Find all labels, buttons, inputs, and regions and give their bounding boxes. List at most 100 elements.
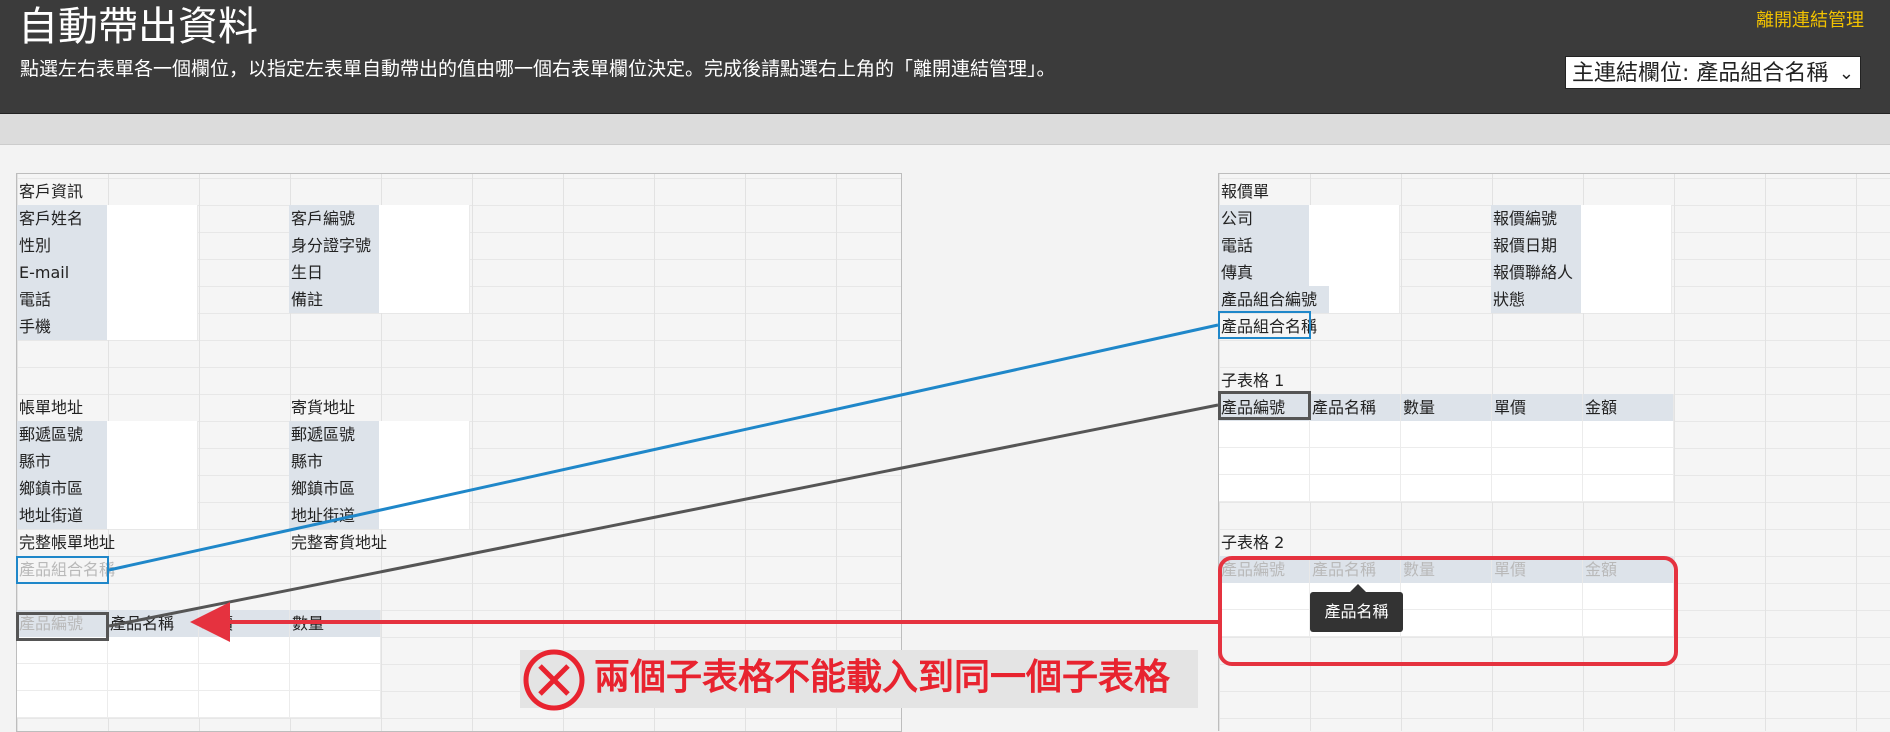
field-value[interactable]	[379, 448, 470, 475]
key-field-select[interactable]: 主連結欄位: 產品組合名稱 ⌄	[1565, 56, 1861, 89]
field-value[interactable]	[1309, 259, 1400, 286]
subtable1-cell	[1310, 448, 1401, 475]
subtable1-header-cell[interactable]: 數量	[1401, 394, 1492, 421]
field-label[interactable]: 性別	[17, 232, 107, 259]
subtable-cell	[199, 664, 290, 691]
field-value[interactable]	[107, 232, 198, 259]
field-value[interactable]	[379, 259, 470, 286]
section-customer-title: 客戶資訊	[19, 182, 84, 201]
field-value[interactable]	[1329, 286, 1400, 313]
subtable-cell	[290, 637, 381, 664]
leave-link-management-link[interactable]: 離開連結管理	[1756, 6, 1864, 32]
subtable2-title: 子表格 2	[1221, 533, 1285, 552]
field-value[interactable]	[107, 313, 198, 340]
field-label[interactable]: 報價日期	[1491, 232, 1581, 259]
field-value[interactable]	[1309, 232, 1400, 259]
subtable1-cell	[1219, 448, 1310, 475]
left-subtable-key-highlight	[16, 612, 109, 641]
subtable1-cell	[1583, 421, 1674, 448]
subtable1-cell	[1492, 448, 1583, 475]
subtable-cell	[199, 691, 290, 718]
field-tooltip: 產品名稱	[1310, 584, 1403, 632]
full-shipping-address-field[interactable]: 完整寄貨地址	[289, 529, 489, 556]
subtable-cell	[199, 637, 290, 664]
right-subtable1-key-highlight	[1218, 391, 1311, 420]
field-label[interactable]: 鄉鎮市區	[17, 475, 107, 502]
field-value[interactable]	[1581, 205, 1672, 232]
shipping-address-title: 寄貨地址	[291, 398, 356, 417]
billing-address-title: 帳單地址	[19, 398, 84, 417]
subtable1-cell	[1401, 421, 1492, 448]
subtable-cell	[17, 691, 108, 718]
field-value[interactable]	[107, 502, 198, 529]
field-label[interactable]: 縣市	[289, 448, 379, 475]
subtable-cell	[108, 691, 199, 718]
field-value[interactable]	[107, 259, 198, 286]
subtable1-cell	[1401, 475, 1492, 502]
full-billing-address-field[interactable]: 完整帳單地址	[17, 529, 217, 556]
field-label[interactable]: E-mail	[17, 259, 107, 286]
key-field-select-value: 主連結欄位: 產品組合名稱	[1572, 61, 1829, 86]
field-label[interactable]: 地址街道	[289, 502, 379, 529]
field-label[interactable]: 備註	[289, 286, 379, 313]
field-label[interactable]: 郵遞區號	[17, 421, 107, 448]
circle-x-icon	[523, 649, 585, 711]
field-value[interactable]	[379, 286, 470, 313]
field-label[interactable]: 公司	[1219, 205, 1309, 232]
subtable-cell	[17, 637, 108, 664]
field-label[interactable]: 狀態	[1491, 286, 1581, 313]
subtable2-error-highlight	[1218, 556, 1678, 666]
page-instructions: 點選左右表單各一個欄位，以指定左表單自動帶出的值由哪一個右表單欄位決定。完成後請…	[20, 58, 1056, 80]
field-value[interactable]	[1581, 259, 1672, 286]
subtable-header-cell[interactable]: 單價	[199, 610, 290, 637]
field-label[interactable]: 客戶姓名	[17, 205, 107, 232]
field-label[interactable]: 郵遞區號	[289, 421, 379, 448]
subtable1-header-cell[interactable]: 單價	[1492, 394, 1583, 421]
field-value[interactable]	[379, 475, 470, 502]
field-label[interactable]: 手機	[17, 313, 107, 340]
subtable-cell	[108, 637, 199, 664]
field-value[interactable]	[379, 502, 470, 529]
field-value[interactable]	[379, 205, 470, 232]
field-label[interactable]: 地址街道	[17, 502, 107, 529]
field-label[interactable]: 縣市	[17, 448, 107, 475]
subtable-cell	[17, 664, 108, 691]
field-label[interactable]: 電話	[17, 286, 107, 313]
field-value[interactable]	[107, 205, 198, 232]
subtable1-header-cell[interactable]: 產品名稱	[1310, 394, 1401, 421]
subtable1-cell	[1401, 448, 1492, 475]
subtable1-cell	[1583, 448, 1674, 475]
field-value[interactable]	[1581, 232, 1672, 259]
field-value[interactable]	[379, 232, 470, 259]
field-value[interactable]	[1581, 286, 1672, 313]
field-label[interactable]: 鄉鎮市區	[289, 475, 379, 502]
field-label[interactable]: 電話	[1219, 232, 1309, 259]
field-value[interactable]	[379, 421, 470, 448]
field-label[interactable]: 身分證字號	[289, 232, 379, 259]
subtable1-cell	[1310, 421, 1401, 448]
subtable1-cell	[1583, 475, 1674, 502]
field-label[interactable]: 產品組合編號	[1219, 286, 1329, 313]
subtable-header-cell[interactable]: 數量	[290, 610, 381, 637]
toolbar-strip	[0, 114, 1890, 145]
subtable-cell	[290, 691, 381, 718]
left-product-combo-highlight	[16, 556, 109, 584]
section-quote-title: 報價單	[1221, 182, 1270, 201]
warning-message: 兩個子表格不能載入到同一個子表格	[594, 657, 1171, 698]
subtable1-cell	[1492, 475, 1583, 502]
field-label[interactable]: 報價聯絡人	[1491, 259, 1581, 286]
field-value[interactable]	[107, 475, 198, 502]
field-label[interactable]: 生日	[289, 259, 379, 286]
field-value[interactable]	[107, 448, 198, 475]
field-value[interactable]	[107, 421, 198, 448]
field-value[interactable]	[1309, 205, 1400, 232]
field-label[interactable]: 客戶編號	[289, 205, 379, 232]
subtable1-header-cell[interactable]: 金額	[1583, 394, 1674, 421]
subtable-cell	[108, 664, 199, 691]
field-label[interactable]: 傳真	[1219, 259, 1309, 286]
field-value[interactable]	[107, 286, 198, 313]
subtable1-cell	[1310, 475, 1401, 502]
field-label[interactable]: 報價編號	[1491, 205, 1581, 232]
subtable-header-cell[interactable]: 產品名稱	[108, 610, 199, 637]
right-product-combo-highlight	[1218, 311, 1311, 339]
